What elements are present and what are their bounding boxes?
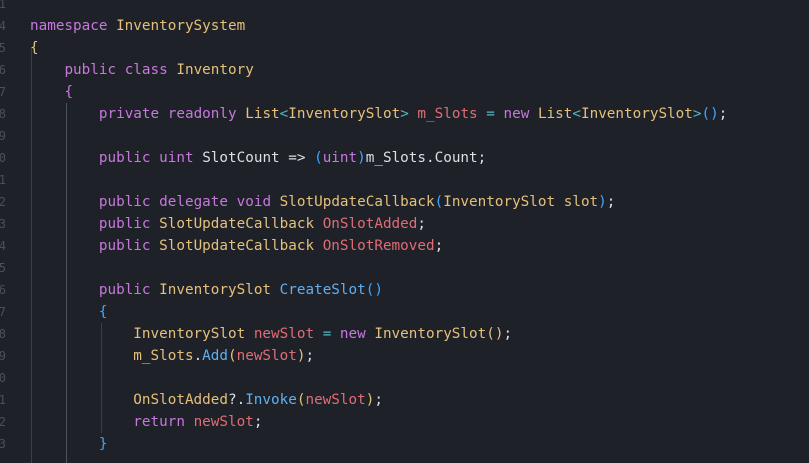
field-reference: m_Slots <box>133 348 194 364</box>
brace: { <box>30 40 39 56</box>
paren: ) <box>598 194 607 210</box>
field-name: OnSlotAdded <box>322 216 418 232</box>
code-line[interactable]: public delegate void SlotUpdateCallback(… <box>30 191 616 213</box>
angle-bracket: > <box>692 106 702 122</box>
semicolon: ; <box>305 348 315 364</box>
keyword: public <box>98 238 151 254</box>
semicolon: ; <box>503 326 513 342</box>
code-area[interactable]: namespace InventorySystem { public class… <box>0 0 809 463</box>
keyword: public <box>98 216 151 232</box>
argument: newSlot <box>305 392 366 408</box>
operator: = <box>322 326 332 342</box>
code-line[interactable]: public InventorySlot CreateSlot() <box>30 279 383 301</box>
semicolon: ; <box>253 414 263 430</box>
parens: () <box>701 106 719 122</box>
method-name: Add <box>202 348 228 364</box>
parameter-name: slot <box>563 194 599 210</box>
property-name: SlotCount <box>202 150 280 166</box>
semicolon: ; <box>434 238 444 254</box>
keyword: readonly <box>167 106 237 122</box>
field-name: OnSlotRemoved <box>322 238 435 254</box>
code-line[interactable]: private readonly List<InventorySlot> m_S… <box>30 103 727 125</box>
type-name: InventorySlot <box>133 326 246 342</box>
angle-bracket: < <box>279 106 289 122</box>
keyword: uint <box>159 150 194 166</box>
code-line[interactable]: m_Slots.Add(newSlot); <box>30 345 314 367</box>
code-line[interactable]: public SlotUpdateCallback OnSlotAdded; <box>30 213 426 235</box>
type-name: InventorySlot <box>580 106 693 122</box>
brace: { <box>64 84 74 100</box>
paren: ( <box>228 348 237 364</box>
paren: ( <box>434 194 444 210</box>
dot: . <box>193 348 203 364</box>
code-line[interactable]: { <box>30 81 73 103</box>
keyword: new <box>503 106 530 122</box>
local-variable: newSlot <box>253 326 315 342</box>
code-line[interactable]: public SlotUpdateCallback OnSlotRemoved; <box>30 235 443 257</box>
type-name: InventorySlot <box>159 282 272 298</box>
class-name: Inventory <box>176 62 254 78</box>
keyword: public <box>98 150 151 166</box>
keyword: void <box>236 194 272 210</box>
angle-bracket: > <box>400 106 409 122</box>
namespace-name: InventorySystem <box>116 18 246 34</box>
delegate-name: SlotUpdateCallback <box>279 194 435 210</box>
field-reference: OnSlotAdded <box>133 392 228 408</box>
constructor-name: InventorySlot <box>374 326 487 342</box>
method-name: Invoke <box>245 392 297 408</box>
type-name: List <box>245 106 280 122</box>
code-line[interactable]: { <box>30 301 108 323</box>
code-line[interactable]: OnSlotAdded?.Invoke(newSlot); <box>30 389 383 411</box>
type-name: InventorySlot <box>288 106 401 122</box>
type-name: SlotUpdateCallback <box>159 238 315 254</box>
keyword: new <box>339 326 366 342</box>
keyword: namespace <box>30 18 108 34</box>
keyword: delegate <box>159 194 229 210</box>
code-line[interactable]: } <box>30 433 108 455</box>
type-name: InventorySlot <box>443 194 556 210</box>
keyword: public <box>98 194 151 210</box>
local-variable: newSlot <box>193 414 254 430</box>
type-name: SlotUpdateCallback <box>159 216 315 232</box>
paren: ) <box>357 150 366 166</box>
code-line[interactable]: return newSlot; <box>30 411 262 433</box>
keyword: return <box>133 414 185 430</box>
code-editor[interactable]: 1 4 5 6 7 8 9 0 1 2 3 4 5 6 7 8 9 0 1 2 … <box>0 0 809 463</box>
code-line[interactable]: InventorySlot newSlot = new InventorySlo… <box>30 323 512 345</box>
angle-bracket: < <box>572 106 581 122</box>
operator: => <box>288 150 306 166</box>
code-line[interactable]: public uint SlotCount => (uint)m_Slots.C… <box>30 147 486 169</box>
keyword: uint <box>322 150 358 166</box>
semicolon: ; <box>606 194 616 210</box>
keyword: public <box>98 282 151 298</box>
brace: { <box>98 304 108 320</box>
null-conditional: ?. <box>227 392 246 408</box>
argument: newSlot <box>236 348 297 364</box>
field-name: m_Slots <box>417 106 478 122</box>
code-line[interactable]: public class Inventory <box>30 59 254 81</box>
semicolon: ; <box>417 216 426 232</box>
parens: () <box>365 282 383 298</box>
semicolon: ; <box>718 106 728 122</box>
semicolon: ; <box>374 392 383 408</box>
operator: = <box>486 106 495 122</box>
brace: } <box>98 436 108 452</box>
type-name: List <box>537 106 573 122</box>
paren: ( <box>314 150 323 166</box>
keyword: class <box>124 62 168 78</box>
expression: m_Slots.Count; <box>365 150 487 166</box>
code-line[interactable]: namespace InventorySystem <box>30 15 245 37</box>
keyword: private <box>98 106 160 122</box>
keyword: public <box>64 62 117 78</box>
parens: () <box>486 326 504 342</box>
code-line[interactable]: { <box>30 37 39 59</box>
method-name: CreateSlot <box>279 282 366 298</box>
